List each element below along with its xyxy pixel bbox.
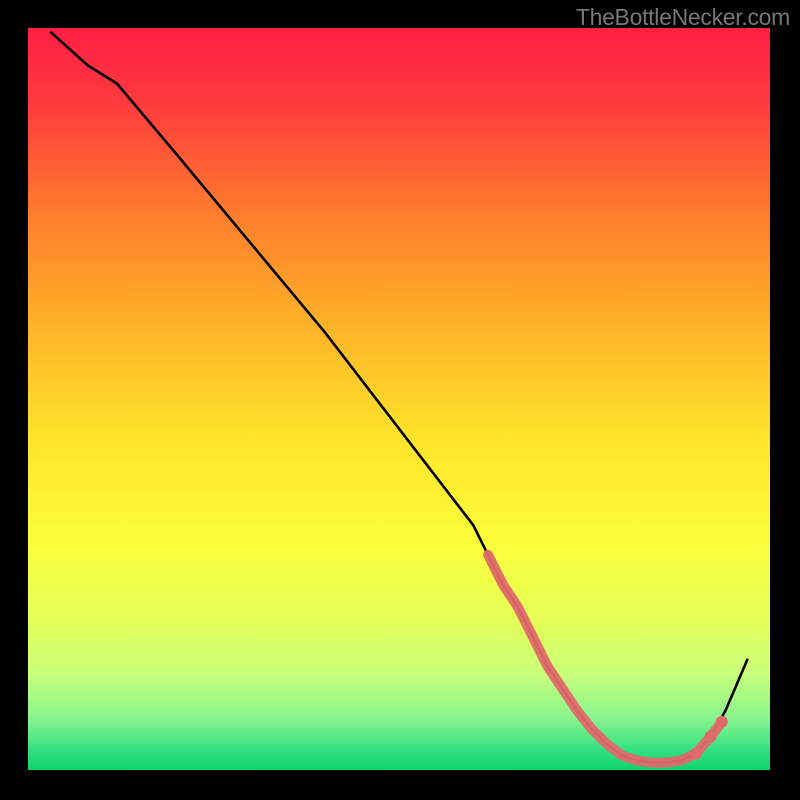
- marker-dot: [690, 748, 702, 760]
- bottleneck-chart: TheBottleNecker.com: [0, 0, 800, 800]
- plot-background: [28, 28, 770, 770]
- chart-svg: [0, 0, 800, 800]
- watermark-text: TheBottleNecker.com: [576, 4, 790, 31]
- marker-dot: [716, 716, 728, 728]
- marker-dot: [705, 731, 717, 743]
